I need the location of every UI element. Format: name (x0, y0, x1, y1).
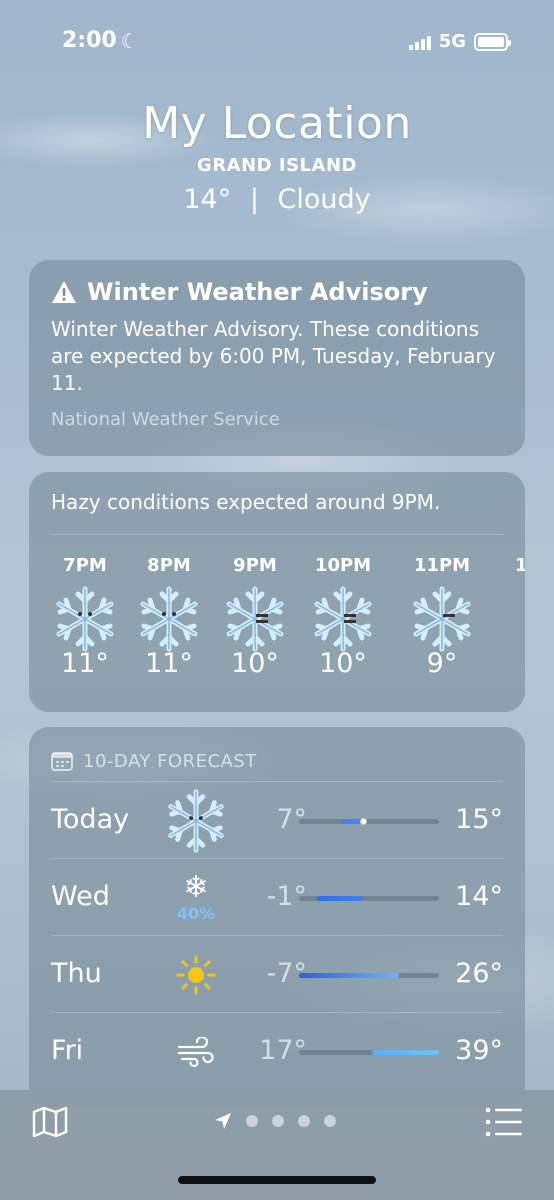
ten-day-header: 10-DAY FORECAST (29, 727, 525, 781)
status-bar: 2:00 ☾ 5G (0, 26, 554, 60)
location-title: My Location (142, 98, 412, 149)
location-header: My Location GRAND ISLAND 14° | Cloudy (0, 98, 554, 215)
day-high: 14° (455, 881, 503, 912)
day-low: -7° (266, 958, 307, 989)
page-dot[interactable] (324, 1115, 336, 1127)
day-low: 17° (259, 1035, 307, 1066)
temp-range-fill (317, 896, 363, 901)
hour-item: 10PM 10° (303, 555, 383, 679)
advisory-source: National Weather Service (51, 409, 280, 430)
day-low: 7° (276, 804, 307, 835)
status-time: 2:00 ☾ (62, 28, 139, 53)
current-temp: 14° (183, 184, 232, 215)
temp-range-bar (299, 818, 439, 825)
advisory-body: Winter Weather Advisory. These condition… (51, 317, 496, 395)
snow-icon: ❄ 40% (176, 870, 216, 924)
calendar-icon (51, 752, 73, 771)
advisory-title: Winter Weather Advisory (51, 278, 503, 306)
current-conditions: 14° | Cloudy (0, 184, 554, 215)
advisory-card[interactable]: Winter Weather Advisory Winter Weather A… (29, 260, 525, 456)
hour-label: 7PM (63, 555, 107, 576)
advisory-title-text: Winter Weather Advisory (87, 278, 428, 306)
snowflake-haze-icon (407, 584, 477, 654)
list-icon[interactable] (484, 1106, 524, 1138)
page-dot[interactable] (298, 1115, 310, 1127)
wind-icon (161, 1017, 231, 1087)
hour-label: 10PM (314, 555, 372, 576)
moon-icon: ☾ (120, 28, 139, 53)
precip-chance: 40% (176, 904, 216, 923)
hour-item: 8PM 11° (129, 555, 209, 679)
ten-day-title: 10-DAY FORECAST (83, 750, 257, 772)
page-dot[interactable] (272, 1115, 284, 1127)
battery-icon (474, 32, 511, 51)
ten-day-forecast-card[interactable]: 10-DAY FORECAST Today 7° 15° Wed ❄ 40% -… (29, 727, 525, 1107)
warning-icon (52, 281, 76, 303)
day-high: 26° (455, 958, 503, 989)
map-icon[interactable] (30, 1104, 70, 1140)
temp-range-fill (299, 973, 400, 978)
forecast-row-wed[interactable]: Wed ❄ 40% -1° 14° (51, 858, 503, 935)
snowflake-icon (134, 584, 204, 654)
snowflake-icon (50, 584, 120, 654)
time-label: 2:00 (62, 28, 117, 53)
hour-item: 11PM 9° (402, 555, 482, 679)
current-condition: Cloudy (277, 184, 371, 215)
temp-range-bar (299, 973, 439, 978)
sun-icon (161, 940, 231, 1010)
day-name: Today (51, 804, 130, 835)
day-name: Wed (51, 881, 110, 912)
day-low: -1° (266, 881, 307, 912)
status-indicators: 5G (408, 31, 511, 52)
location-arrow-icon (215, 1113, 231, 1129)
forecast-row-thu[interactable]: Thu -7° 26° (51, 935, 503, 1012)
temp-range-fill (372, 1050, 439, 1055)
hourly-summary: Hazy conditions expected around 9PM. (51, 490, 441, 514)
page-dot[interactable] (246, 1115, 258, 1127)
day-name: Thu (51, 958, 102, 989)
forecast-row-fri[interactable]: Fri 17° 39° (51, 1012, 503, 1089)
hour-label: 8PM (147, 555, 191, 576)
forecast-row-today[interactable]: Today 7° 15° (51, 781, 503, 858)
day-name: Fri (51, 1035, 84, 1066)
snowflake-haze-icon (220, 584, 290, 654)
network-label: 5G (438, 31, 466, 52)
signal-icon (408, 34, 431, 50)
location-subtitle: GRAND ISLAND (197, 155, 357, 176)
hourly-scroll[interactable]: 7PM 11° 8PM 11° 9PM 10° 10PM 10° 11PM 9°… (29, 535, 525, 705)
hour-item: 9PM 10° (215, 555, 295, 679)
hour-label: 1 (515, 555, 525, 576)
hour-label: 11PM (413, 555, 471, 576)
temp-range-bar (299, 896, 439, 901)
hourly-forecast-card[interactable]: Hazy conditions expected around 9PM. 7PM… (29, 472, 525, 712)
conditions-separator: | (249, 184, 259, 215)
day-high: 15° (455, 804, 503, 835)
hour-label: 9PM (233, 555, 277, 576)
hour-item: 7PM 11° (45, 555, 125, 679)
page-indicator[interactable] (214, 1112, 336, 1130)
snowflake-haze-icon (308, 584, 378, 654)
snowflake-icon (161, 786, 231, 856)
hour-item: 1 (479, 555, 525, 576)
home-indicator[interactable] (178, 1176, 376, 1184)
temp-range-bar (299, 1050, 439, 1055)
current-temp-marker (359, 818, 367, 825)
day-high: 39° (455, 1035, 503, 1066)
